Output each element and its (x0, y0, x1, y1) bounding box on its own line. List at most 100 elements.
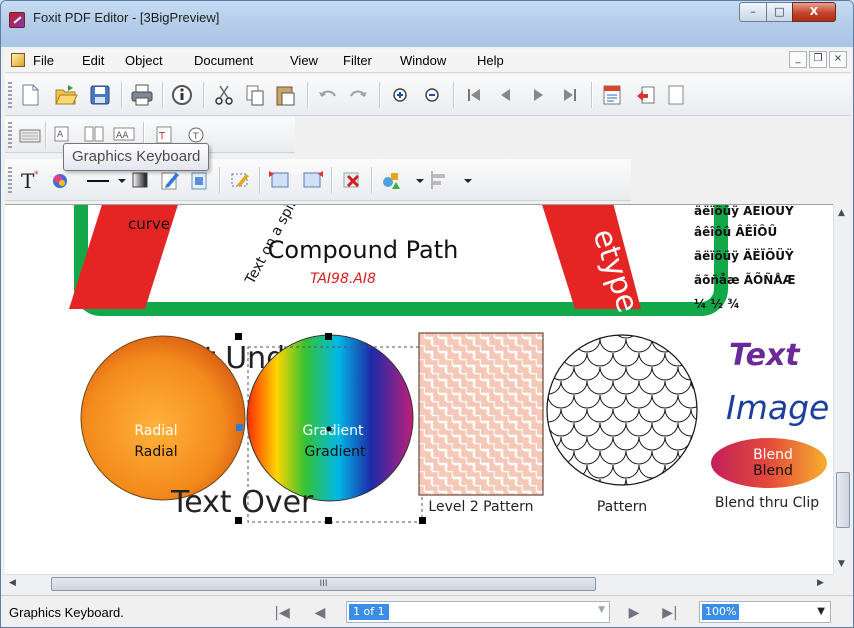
scallop-arc (560, 380, 588, 395)
selection-center (326, 426, 332, 432)
pattern-circle (547, 335, 730, 520)
toolbar-separator (453, 82, 454, 108)
minimize-button[interactable]: – (739, 2, 767, 22)
save-disk-icon[interactable] (87, 82, 113, 108)
edit-text-object-icon[interactable] (227, 167, 253, 193)
app-window: Foxit PDF Editor - [3BigPreview] – □ X F… (0, 0, 854, 628)
open-folder-icon[interactable] (53, 82, 79, 108)
blend-label-bottom: Blend (753, 463, 793, 479)
shapes-icon[interactable] (379, 167, 405, 193)
close-button[interactable]: X (792, 2, 836, 22)
status-previous-page-icon[interactable]: ◀ (309, 602, 331, 624)
maximize-button[interactable]: □ (766, 2, 793, 22)
undo-icon[interactable] (315, 82, 341, 108)
mdi-restore-button[interactable]: ❐ (809, 51, 827, 68)
import-page-icon[interactable] (633, 82, 659, 108)
zoom-dropdown-arrow-icon[interactable]: ▼ (817, 606, 825, 617)
last-page-icon[interactable] (557, 82, 583, 108)
scallop-arc (678, 507, 704, 520)
zoom-in-icon[interactable] (387, 82, 413, 108)
document-canvas[interactable]: curve Text on a spiral. Four score Compo… (5, 204, 833, 574)
status-next-page-icon[interactable]: ▶ (623, 602, 645, 624)
vertical-scroll-thumb[interactable] (836, 472, 850, 528)
scallop-arc (560, 352, 588, 367)
scroll-right-arrow-icon[interactable]: ▶ (817, 578, 824, 588)
toolbar-separator (371, 167, 372, 193)
scallop-arc (690, 335, 697, 339)
toolbar-grip[interactable] (8, 167, 12, 193)
shapes-dropdown-icon[interactable] (407, 167, 424, 193)
align-dropdown-icon[interactable] (455, 167, 472, 193)
text-format-icon[interactable]: T * (17, 167, 43, 193)
scallop-arc (586, 380, 614, 395)
menu-help[interactable]: Help (477, 53, 504, 68)
scallop-arc (638, 408, 666, 423)
toolbar-separator (379, 82, 380, 108)
first-page-icon[interactable] (461, 82, 487, 108)
scallop-arc (599, 366, 627, 381)
menu-document[interactable]: Document (194, 53, 253, 68)
scroll-down-arrow-icon[interactable]: ▼ (838, 559, 845, 569)
scallop-arc (664, 335, 692, 339)
page-dropdown-arrow-icon[interactable]: ▼ (598, 605, 605, 615)
status-last-page-icon[interactable]: ▶| (659, 602, 681, 624)
menu-object[interactable]: Object (125, 53, 163, 68)
paste-icon[interactable] (273, 82, 299, 108)
scallop-arc (677, 450, 697, 465)
scallop-arc (704, 367, 730, 380)
scallop-arc (599, 338, 627, 353)
svg-text:A: A (57, 130, 64, 140)
new-document-icon[interactable] (17, 82, 43, 108)
scallop-arc (704, 479, 730, 492)
document-menu-icon[interactable] (11, 53, 25, 67)
pattern-caption: Pattern (597, 499, 647, 515)
scallop-arc (651, 450, 679, 465)
redo-icon[interactable] (345, 82, 371, 108)
selection-handle-active[interactable] (236, 424, 243, 431)
compound-path-file: TAI98.AI8 (310, 271, 376, 287)
curve-label: curve (128, 215, 170, 233)
menu-view[interactable]: View (290, 53, 318, 68)
graphics-keyboard-icon[interactable] (17, 122, 43, 148)
toolbar-separator (259, 167, 260, 193)
previous-page-icon[interactable] (493, 82, 519, 108)
menu-window[interactable]: Window (400, 53, 446, 68)
cut-icon[interactable] (211, 82, 237, 108)
document-properties-icon[interactable] (599, 82, 625, 108)
page-icon[interactable] (663, 82, 689, 108)
vertical-scrollbar[interactable]: ▲ ▼ (833, 204, 851, 574)
info-icon[interactable] (169, 82, 195, 108)
mdi-close-button[interactable]: × (829, 51, 847, 68)
group-objects-icon[interactable] (267, 167, 293, 193)
status-first-page-icon[interactable]: |◀ (271, 602, 293, 624)
svg-text:*: * (34, 170, 39, 180)
horizontal-scroll-thumb[interactable]: III (51, 577, 596, 591)
toolbar-separator (121, 82, 122, 108)
delete-object-icon[interactable] (339, 167, 365, 193)
menu-edit[interactable]: Edit (82, 53, 104, 68)
scroll-left-arrow-icon[interactable]: ◀ (9, 578, 16, 588)
svg-text:T: T (21, 169, 35, 193)
text-over: Text Over (170, 485, 314, 520)
toolbar-separator (331, 167, 332, 193)
copy-icon[interactable] (242, 82, 268, 108)
horizontal-scrollbar[interactable]: ◀ III ▶ (5, 574, 833, 592)
scallop-arc (573, 450, 601, 465)
menu-filter[interactable]: Filter (343, 53, 372, 68)
next-page-icon[interactable] (525, 82, 551, 108)
scallop-arc (573, 366, 601, 381)
scroll-up-arrow-icon[interactable]: ▲ (838, 208, 845, 218)
scallop-arc (664, 464, 692, 479)
scallop-arc (548, 507, 574, 520)
print-icon[interactable] (129, 82, 155, 108)
toolbar-grip[interactable] (8, 122, 12, 148)
page-number-field[interactable]: 1 of 1 ▼ (346, 601, 610, 623)
toolbar-grip[interactable] (8, 82, 12, 108)
align-icon[interactable] (427, 167, 453, 193)
zoom-out-icon[interactable] (419, 82, 445, 108)
scallop-arc (651, 366, 679, 381)
zoom-select[interactable]: 100% ▼ (699, 601, 831, 623)
menu-file[interactable]: File (33, 53, 54, 68)
mdi-minimize-button[interactable]: _ (789, 51, 807, 68)
ungroup-objects-icon[interactable] (299, 167, 325, 193)
